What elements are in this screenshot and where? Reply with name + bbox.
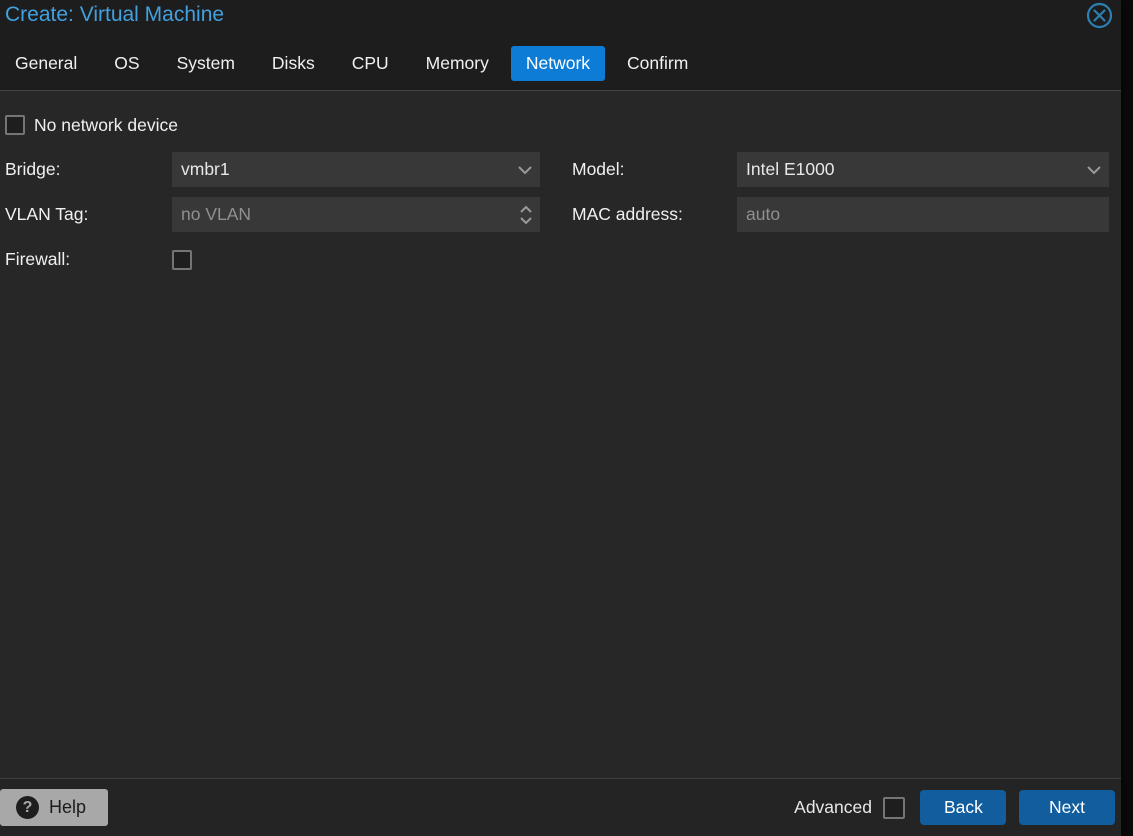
mac-address-label: MAC address: [572,204,683,224]
advanced-checkbox[interactable] [883,796,905,819]
dialog-header: Create: Virtual Machine General OS Syste… [0,0,1121,91]
firewall-label: Firewall: [5,249,71,269]
close-icon[interactable] [1086,2,1113,29]
tab-confirm[interactable]: Confirm [612,46,703,81]
help-button[interactable]: ? Help [0,789,109,826]
model-label: Model: [572,159,625,179]
form-body: No network device Bridge: Model: [0,91,1121,277]
bridge-dropdown [172,152,540,187]
title-row: Create: Virtual Machine [0,0,1121,46]
bridge-label: Bridge: [5,159,61,179]
mac-address-input[interactable] [737,197,1109,232]
tab-disks[interactable]: Disks [257,46,330,81]
chevron-down-icon[interactable] [1086,152,1102,187]
tab-cpu[interactable]: CPU [337,46,404,81]
vlan-tag-label: VLAN Tag: [5,204,89,224]
tab-general[interactable]: General [0,46,92,81]
dialog-title: Create: Virtual Machine [5,3,225,26]
tab-os[interactable]: OS [99,46,154,81]
model-input[interactable] [737,152,1109,187]
firewall-checkbox[interactable] [172,249,192,270]
mac-address-field [737,197,1109,232]
next-button[interactable]: Next [1019,790,1115,825]
tab-network[interactable]: Network [510,46,606,81]
no-network-device-checkbox[interactable] [5,115,25,135]
create-vm-dialog: Create: Virtual Machine General OS Syste… [0,0,1121,836]
no-network-device-row: No network device [5,115,1121,135]
question-mark-icon: ? [16,796,39,819]
firewall-field [172,242,540,277]
dialog-footer: ? Help Advanced Back Next [0,778,1121,836]
chevron-down-icon[interactable] [517,152,533,187]
spinner-up-down-icon[interactable] [519,197,533,232]
screen: Create: Virtual Machine General OS Syste… [0,0,1133,836]
bridge-input[interactable] [172,152,540,187]
vlan-tag-spinner [172,197,540,232]
back-button[interactable]: Back [920,790,1006,825]
tab-bar: General OS System Disks CPU Memory Netwo… [0,46,1121,90]
advanced-label: Advanced [794,797,872,817]
tab-system[interactable]: System [162,46,250,81]
network-form-grid: Bridge: Model: VLAN Tag: [5,152,1121,277]
no-network-device-label: No network device [34,114,178,135]
model-dropdown [737,152,1109,187]
vlan-tag-input[interactable] [172,197,540,232]
help-button-label: Help [49,797,87,817]
tab-memory[interactable]: Memory [411,46,504,81]
advanced-toggle: Advanced [794,796,905,819]
